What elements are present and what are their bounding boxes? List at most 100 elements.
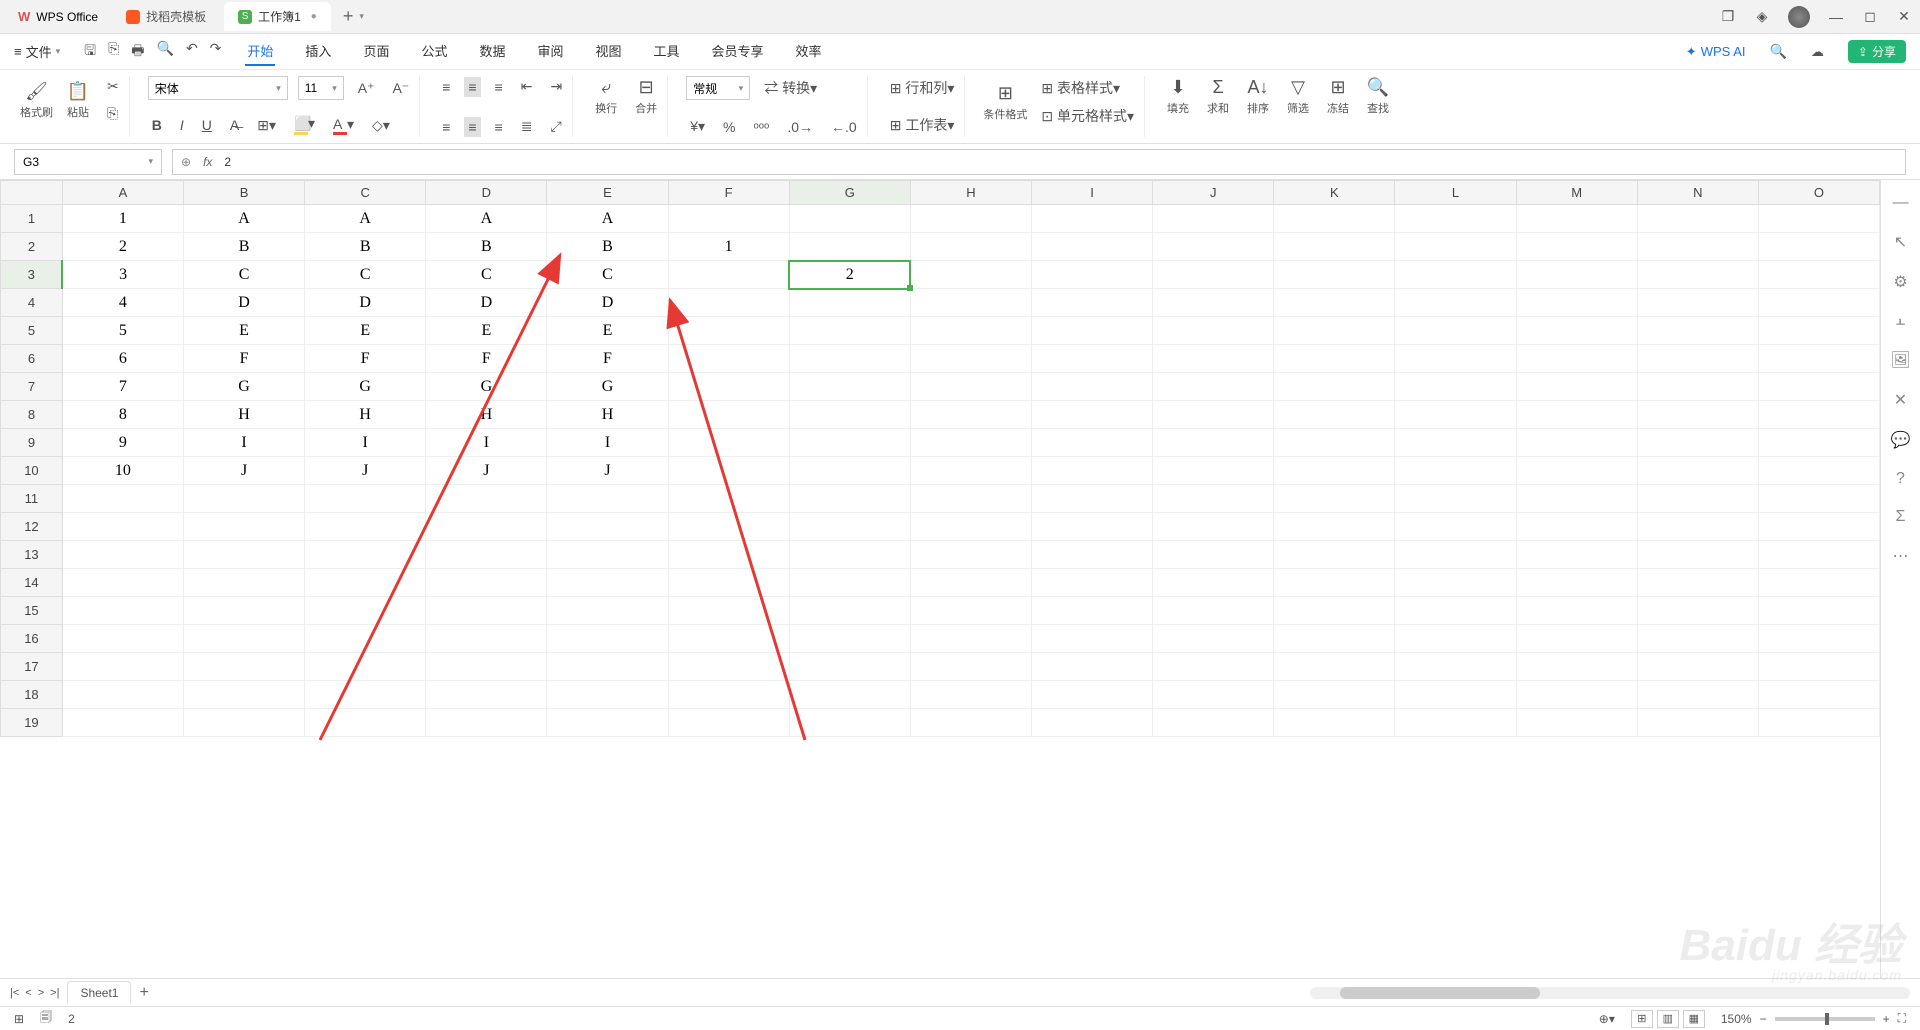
cell[interactable] — [910, 317, 1031, 345]
cell[interactable] — [62, 681, 183, 709]
cell[interactable] — [1637, 261, 1758, 289]
cell[interactable] — [1395, 233, 1516, 261]
row-header[interactable]: 5 — [1, 317, 63, 345]
cell[interactable]: J — [547, 457, 668, 485]
cell[interactable] — [910, 709, 1031, 737]
cell[interactable] — [1274, 429, 1395, 457]
status-icon-2[interactable]: 🗐 — [40, 1008, 52, 1029]
cell[interactable]: C — [547, 261, 668, 289]
increase-font-button[interactable]: A⁺ — [354, 78, 379, 99]
cell[interactable] — [1758, 345, 1879, 373]
prev-sheet-button[interactable]: < — [25, 987, 31, 999]
fullscreen-button[interactable]: ⛶ — [1898, 1011, 1906, 1026]
cell[interactable] — [1516, 289, 1637, 317]
cell[interactable]: G — [547, 373, 668, 401]
row-header[interactable]: 13 — [1, 541, 63, 569]
cell[interactable] — [910, 429, 1031, 457]
column-header[interactable]: A — [62, 181, 183, 205]
align-top-button[interactable]: ≡ — [438, 77, 454, 97]
new-tab-button[interactable]: + — [343, 6, 354, 27]
cell[interactable] — [1395, 681, 1516, 709]
cell[interactable] — [1758, 205, 1879, 233]
cell[interactable] — [910, 373, 1031, 401]
cell[interactable] — [547, 485, 668, 513]
percent-button[interactable]: % — [719, 117, 739, 137]
cell[interactable] — [547, 653, 668, 681]
cell[interactable] — [1395, 261, 1516, 289]
cell[interactable] — [184, 681, 305, 709]
convert-button[interactable]: ⇄ 转换▾ — [760, 76, 821, 100]
cell[interactable] — [1637, 709, 1758, 737]
find-button[interactable]: 🔍查找 — [1363, 76, 1393, 116]
cell[interactable] — [910, 205, 1031, 233]
cell[interactable] — [426, 597, 547, 625]
currency-button[interactable]: ¥▾ — [686, 116, 709, 137]
cell[interactable] — [547, 597, 668, 625]
cell[interactable]: H — [547, 401, 668, 429]
cell[interactable] — [1758, 709, 1879, 737]
tab-workbook[interactable]: S 工作簿1 ● — [224, 2, 331, 31]
cell[interactable] — [1637, 373, 1758, 401]
help-icon[interactable]: ? — [1896, 470, 1905, 488]
menu-view[interactable]: 视图 — [594, 37, 624, 66]
cell[interactable] — [1758, 233, 1879, 261]
cell[interactable] — [1153, 653, 1274, 681]
clear-format-button[interactable]: ◇▾ — [368, 115, 394, 136]
tab-template[interactable]: 找稻壳模板 — [112, 2, 220, 31]
row-header[interactable]: 4 — [1, 289, 63, 317]
cell[interactable] — [62, 541, 183, 569]
align-right-button[interactable]: ≡ — [491, 117, 507, 137]
cell[interactable] — [1153, 541, 1274, 569]
cell[interactable] — [1031, 625, 1152, 653]
cell[interactable] — [1637, 317, 1758, 345]
cell[interactable] — [789, 569, 910, 597]
increase-decimal-button[interactable]: .0→ — [783, 117, 817, 137]
print-button[interactable]: 🖶 — [131, 40, 144, 64]
cell[interactable] — [1637, 233, 1758, 261]
cell[interactable]: D — [305, 289, 426, 317]
cell[interactable] — [910, 485, 1031, 513]
column-header[interactable]: D — [426, 181, 547, 205]
cell[interactable] — [184, 485, 305, 513]
align-middle-button[interactable]: ≡ — [464, 77, 480, 97]
orientation-button[interactable]: ⤢ — [546, 116, 565, 137]
menu-data[interactable]: 数据 — [477, 37, 507, 66]
cell[interactable] — [1637, 289, 1758, 317]
cell[interactable] — [668, 681, 789, 709]
cell[interactable] — [547, 569, 668, 597]
cell[interactable] — [668, 457, 789, 485]
cell[interactable] — [1758, 485, 1879, 513]
cell[interactable] — [1516, 597, 1637, 625]
cell[interactable]: F — [305, 345, 426, 373]
cell[interactable] — [910, 289, 1031, 317]
cell[interactable] — [1516, 205, 1637, 233]
cell[interactable] — [910, 681, 1031, 709]
cell[interactable] — [1637, 541, 1758, 569]
cell[interactable] — [789, 653, 910, 681]
cell[interactable]: D — [184, 289, 305, 317]
cell[interactable] — [1031, 597, 1152, 625]
cell[interactable] — [1758, 289, 1879, 317]
cell[interactable] — [1274, 625, 1395, 653]
row-header[interactable]: 3 — [1, 261, 63, 289]
cell[interactable] — [1274, 261, 1395, 289]
cloud-sync-icon[interactable]: ☁ — [1811, 44, 1824, 60]
cell[interactable] — [1637, 429, 1758, 457]
strikethrough-button[interactable]: A̶ — [226, 115, 243, 135]
copy-icon[interactable]: ❐ — [1720, 8, 1736, 25]
cell[interactable] — [62, 485, 183, 513]
cell[interactable] — [789, 513, 910, 541]
cell[interactable] — [184, 709, 305, 737]
cell[interactable] — [1637, 597, 1758, 625]
cell[interactable] — [1274, 457, 1395, 485]
cell[interactable] — [1637, 345, 1758, 373]
cell[interactable] — [1758, 457, 1879, 485]
cell[interactable] — [1395, 541, 1516, 569]
cell[interactable] — [1153, 681, 1274, 709]
cell[interactable] — [1274, 513, 1395, 541]
zoom-out-button[interactable]: − — [1760, 1012, 1767, 1026]
row-header[interactable]: 17 — [1, 653, 63, 681]
cell[interactable] — [62, 709, 183, 737]
cell[interactable] — [1516, 373, 1637, 401]
cell[interactable]: 3 — [62, 261, 183, 289]
